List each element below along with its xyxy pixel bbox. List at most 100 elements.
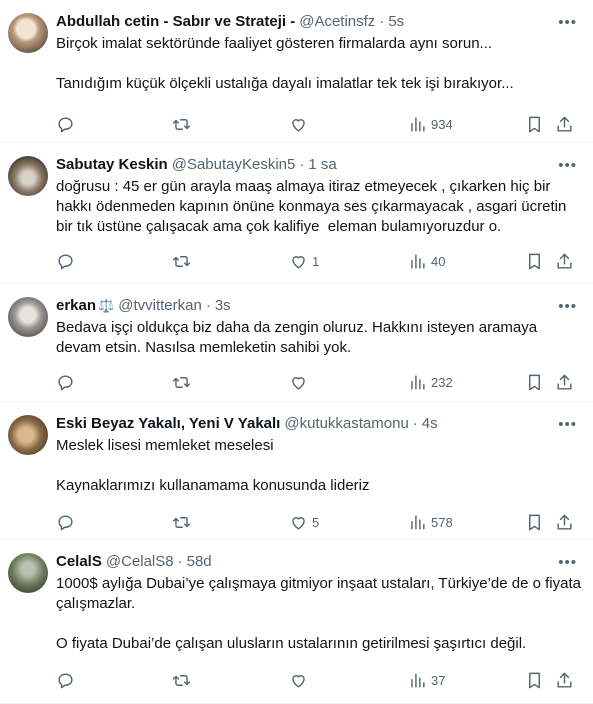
- tweet-text: Bedava işçi oldukça biz daha da zengin o…: [56, 319, 542, 356]
- share-icon: [557, 253, 572, 269]
- author-name[interactable]: Sabutay Keskin: [56, 155, 168, 175]
- author-name[interactable]: CelalS: [56, 552, 102, 572]
- bookmark-icon: [529, 514, 540, 530]
- more-icon[interactable]: •••: [558, 298, 577, 315]
- bookmark-icon: [529, 672, 540, 688]
- tweet-header: erkan ⚖️ @tvvitterkan · 3s: [56, 296, 577, 316]
- bookmark-icon: [529, 116, 540, 132]
- author-name[interactable]: Eski Beyaz Yakalı, Yeni V Yakalı: [56, 414, 280, 434]
- reply-button[interactable]: [56, 364, 75, 400]
- tweet[interactable]: CelalS @CelalS8 · 58d ••• 1000$ aylığa D…: [0, 540, 593, 704]
- views-count: 232: [431, 374, 453, 390]
- tweet-feed: Abdullah cetin - Sabır ve Strateji - @Ac…: [0, 0, 593, 704]
- reply-button[interactable]: [56, 243, 75, 279]
- tweet-text: 1000$ aylığa Dubai’ye çalışmaya gitmiyor…: [56, 575, 581, 652]
- views-count: 578: [431, 514, 453, 530]
- views-icon: [411, 672, 425, 688]
- reply-button[interactable]: [56, 106, 75, 142]
- bookmark-button[interactable]: [525, 243, 544, 279]
- share-icon: [557, 374, 572, 390]
- reply-icon: [58, 672, 73, 688]
- share-button[interactable]: [555, 504, 574, 540]
- timestamp[interactable]: 3s: [215, 296, 231, 316]
- more-icon[interactable]: •••: [558, 14, 577, 31]
- views-count: 934: [431, 116, 453, 132]
- like-button[interactable]: [289, 662, 312, 698]
- tweet-header: Abdullah cetin - Sabır ve Strateji - @Ac…: [56, 12, 577, 32]
- author-name[interactable]: Abdullah cetin - Sabır ve Strateji -: [56, 12, 295, 32]
- views-button[interactable]: 578: [408, 504, 453, 540]
- separator-dot: ·: [177, 553, 183, 570]
- views-button[interactable]: 37: [408, 662, 445, 698]
- bookmark-button[interactable]: [525, 662, 544, 698]
- retweet-icon: [172, 516, 191, 528]
- avatar[interactable]: [8, 553, 48, 593]
- tweet[interactable]: Sabutay Keskin @SabutayKeskin5 · 1 sa ••…: [0, 143, 593, 284]
- tweet-text: doğrusu : 45 er gün arayla maaş almaya i…: [56, 178, 571, 235]
- views-count: 37: [431, 672, 446, 688]
- share-button[interactable]: [555, 106, 574, 142]
- views-button[interactable]: 40: [408, 243, 445, 279]
- retweet-button[interactable]: [172, 662, 191, 698]
- retweet-button[interactable]: [172, 504, 191, 540]
- tweet[interactable]: erkan ⚖️ @tvvitterkan · 3s ••• Bedava iş…: [0, 284, 593, 402]
- bookmark-button[interactable]: [525, 106, 544, 142]
- retweet-button[interactable]: [172, 243, 191, 279]
- timestamp[interactable]: 4s: [422, 414, 438, 434]
- reply-icon: [58, 514, 73, 530]
- author-handle[interactable]: @Acetinsfz: [299, 12, 375, 32]
- like-button[interactable]: 1: [289, 243, 319, 279]
- avatar[interactable]: [8, 415, 48, 455]
- retweet-icon: [172, 376, 191, 388]
- share-icon: [557, 116, 572, 132]
- tweet[interactable]: Eski Beyaz Yakalı, Yeni V Yakalı @kutukk…: [0, 402, 593, 540]
- more-icon[interactable]: •••: [558, 554, 577, 571]
- author-handle[interactable]: @tvvitterkan: [118, 296, 202, 316]
- tweet-actions: 1 40: [56, 243, 577, 287]
- heart-icon: [292, 516, 305, 530]
- share-button[interactable]: [555, 243, 574, 279]
- author-handle[interactable]: @kutukkastamonu: [284, 414, 408, 434]
- views-button[interactable]: 232: [408, 364, 453, 400]
- reply-button[interactable]: [56, 662, 75, 698]
- reply-icon: [58, 116, 73, 132]
- reply-button[interactable]: [56, 504, 75, 540]
- heart-icon: [292, 376, 305, 390]
- retweet-icon: [172, 255, 191, 267]
- tweet-text: Meslek lisesi memleket meselesi Kaynakla…: [56, 437, 370, 494]
- like-button[interactable]: [289, 364, 312, 400]
- more-icon[interactable]: •••: [558, 157, 577, 174]
- timestamp[interactable]: 1 sa: [308, 155, 336, 175]
- more-icon[interactable]: •••: [558, 416, 577, 433]
- timestamp[interactable]: 5s: [388, 12, 404, 32]
- like-button[interactable]: [289, 106, 312, 142]
- scales-badge: ⚖️: [98, 298, 115, 313]
- tweet-text: Birçok imalat sektöründe faaliyet göster…: [56, 35, 514, 92]
- avatar[interactable]: [8, 13, 48, 53]
- bookmark-button[interactable]: [525, 364, 544, 400]
- views-icon: [411, 514, 425, 530]
- bookmark-button[interactable]: [525, 504, 544, 540]
- views-icon: [411, 253, 425, 269]
- retweet-button[interactable]: [172, 106, 191, 142]
- tweet[interactable]: Abdullah cetin - Sabır ve Strateji - @Ac…: [0, 0, 593, 143]
- author-handle[interactable]: @SabutayKeskin5: [172, 155, 296, 175]
- heart-icon: [292, 674, 305, 688]
- retweet-icon: [172, 118, 191, 130]
- share-button[interactable]: [555, 662, 574, 698]
- like-button[interactable]: 5: [289, 504, 319, 540]
- avatar[interactable]: [8, 297, 48, 337]
- views-icon: [411, 116, 425, 132]
- avatar[interactable]: [8, 156, 48, 196]
- timestamp[interactable]: 58d: [187, 552, 212, 572]
- share-icon: [557, 514, 572, 530]
- retweet-button[interactable]: [172, 364, 191, 400]
- bookmark-icon: [529, 253, 540, 269]
- share-button[interactable]: [555, 364, 574, 400]
- views-button[interactable]: 934: [408, 106, 453, 142]
- author-handle[interactable]: @CelalS8: [106, 552, 174, 572]
- reply-icon: [58, 374, 73, 390]
- bookmark-icon: [529, 374, 540, 390]
- separator-dot: ·: [299, 156, 305, 173]
- author-name[interactable]: erkan: [56, 296, 96, 316]
